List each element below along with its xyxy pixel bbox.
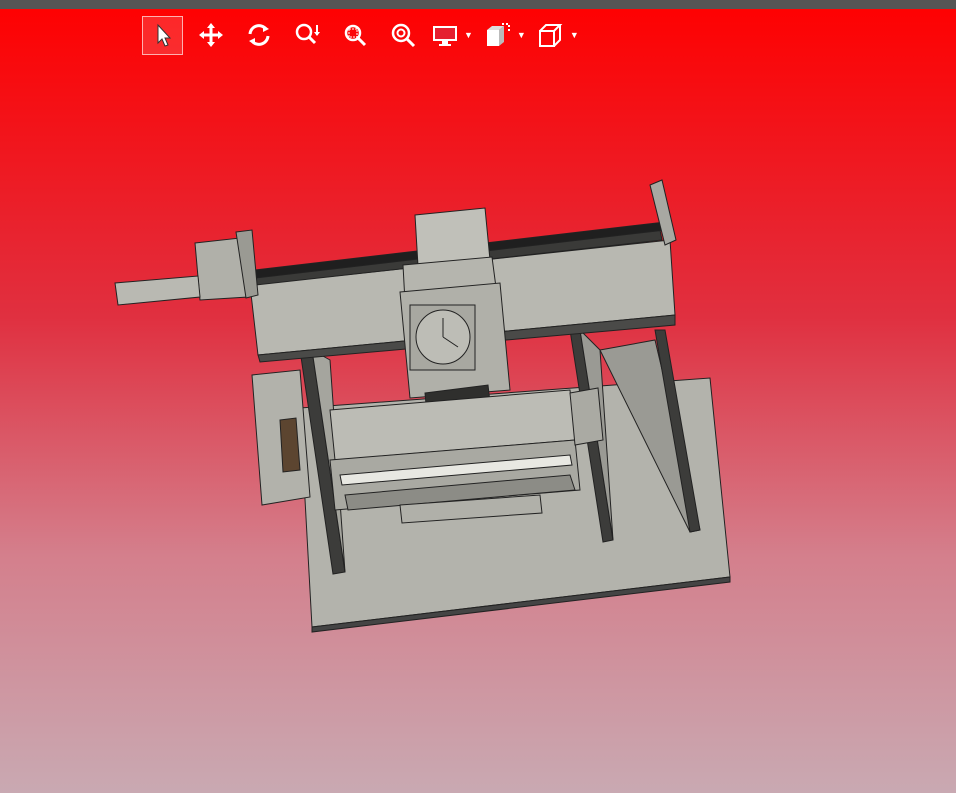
title-strip xyxy=(0,0,956,9)
explode-dropdown[interactable]: ▼ xyxy=(483,21,526,49)
cursor-arrow-icon xyxy=(157,23,171,47)
cad-assembly-model xyxy=(114,179,731,633)
pan-tool-button[interactable] xyxy=(190,16,231,55)
view-orientation-dropdown[interactable]: ▼ xyxy=(536,21,579,49)
zoom-tool-button[interactable] xyxy=(286,16,327,55)
display-mode-dropdown[interactable]: ▼ xyxy=(430,21,473,49)
rotate-tool-button[interactable] xyxy=(238,16,279,55)
cad-model-canvas[interactable] xyxy=(0,60,956,793)
3d-viewer[interactable]: ▼ ▼ ▼ xyxy=(0,0,956,793)
chevron-down-icon: ▼ xyxy=(569,30,579,40)
chevron-down-icon: ▼ xyxy=(516,30,526,40)
move-arrows-icon xyxy=(198,23,223,47)
rotate-icon xyxy=(248,24,269,46)
viewer-toolbar: ▼ ▼ ▼ xyxy=(142,15,589,55)
explode-icon xyxy=(486,23,510,46)
chevron-down-icon: ▼ xyxy=(464,30,473,40)
zoom-window-button[interactable] xyxy=(334,16,375,55)
monitor-icon xyxy=(433,26,457,46)
zoom-fit-button[interactable] xyxy=(382,16,423,55)
select-tool-button[interactable] xyxy=(142,15,183,55)
zoom-window-icon xyxy=(344,24,366,47)
zoom-fit-icon xyxy=(391,23,415,48)
zoom-icon xyxy=(295,23,320,45)
cube-icon xyxy=(538,24,563,47)
